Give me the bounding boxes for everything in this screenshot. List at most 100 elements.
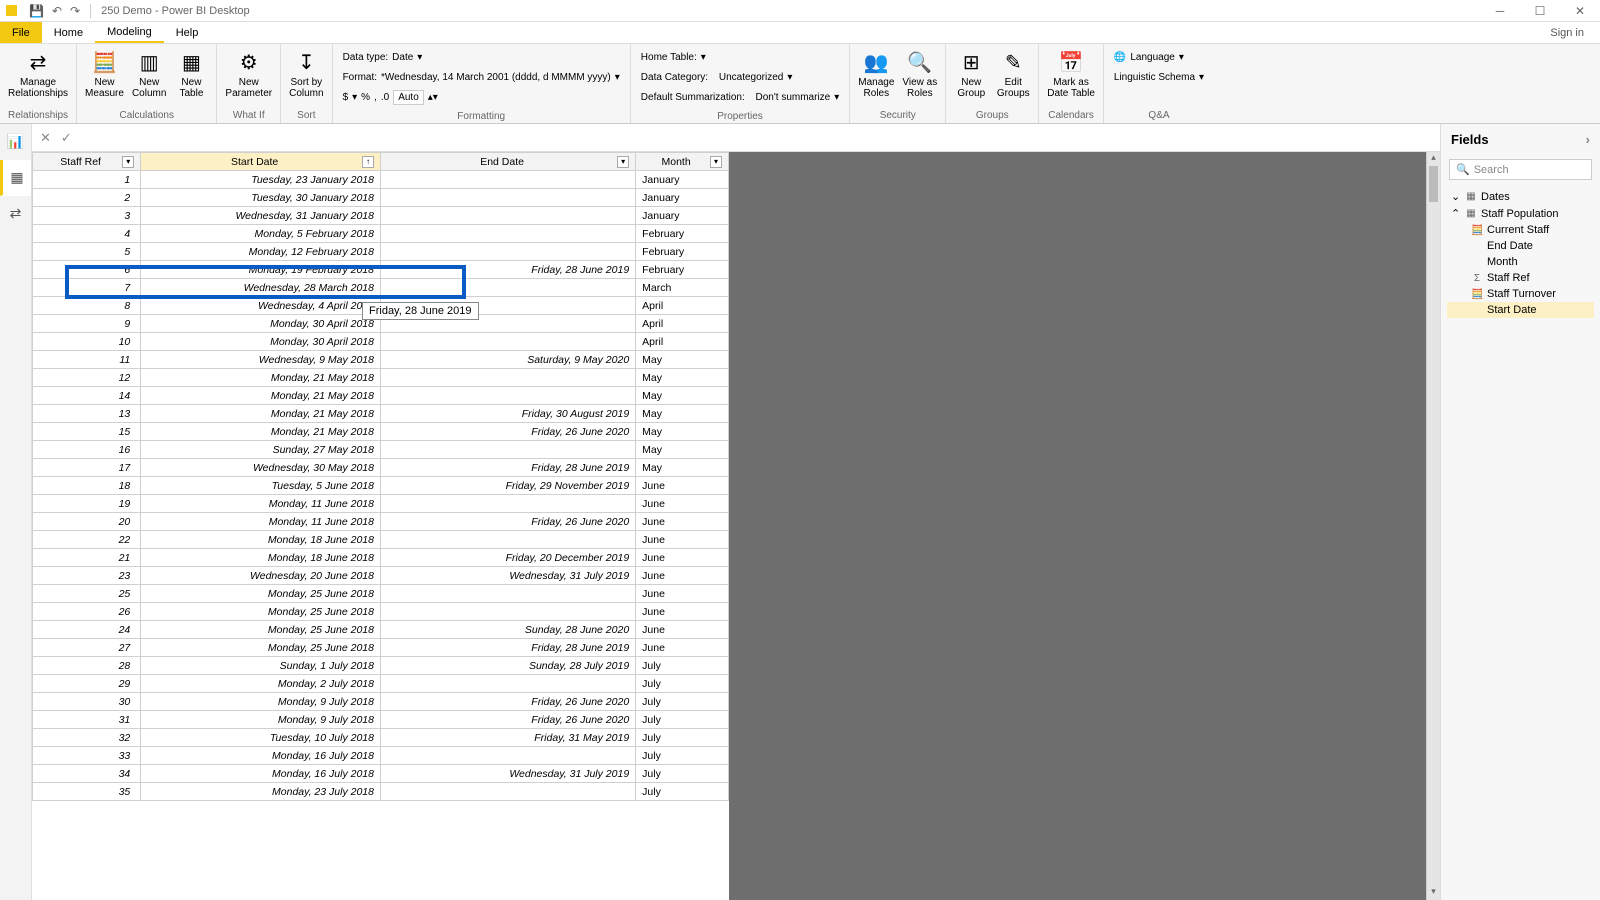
model-view-icon[interactable]: ⇄	[0, 196, 31, 232]
cell-enddate[interactable]	[380, 387, 635, 405]
table-row[interactable]: 15Monday, 21 May 2018Friday, 26 June 202…	[33, 423, 729, 441]
cell-startdate[interactable]: Monday, 23 July 2018	[141, 783, 381, 801]
cell-startdate[interactable]: Monday, 9 July 2018	[141, 711, 381, 729]
cell-startdate[interactable]: Wednesday, 9 May 2018	[141, 351, 381, 369]
summarization-dropdown[interactable]: Don't summarize	[756, 92, 831, 103]
table-row[interactable]: 23Wednesday, 20 June 2018Wednesday, 31 J…	[33, 567, 729, 585]
field-month[interactable]: Month	[1447, 254, 1594, 270]
table-row[interactable]: 25Monday, 25 June 2018 June	[33, 585, 729, 603]
cell-staffref[interactable]: 22	[33, 531, 141, 549]
cell-startdate[interactable]: Monday, 25 June 2018	[141, 639, 381, 657]
cell-staffref[interactable]: 25	[33, 585, 141, 603]
cell-month[interactable]: June	[636, 585, 729, 603]
hometable-dropdown[interactable]: ▾	[701, 52, 706, 63]
cell-month[interactable]: June	[636, 567, 729, 585]
cell-month[interactable]: June	[636, 477, 729, 495]
cell-enddate[interactable]: Friday, 20 December 2019	[380, 549, 635, 567]
cell-enddate[interactable]: Friday, 26 June 2020	[380, 693, 635, 711]
manage-relationships-button[interactable]: ⇄ Manage Relationships	[4, 46, 72, 101]
cell-startdate[interactable]: Monday, 21 May 2018	[141, 369, 381, 387]
cell-month[interactable]: January	[636, 171, 729, 189]
cell-month[interactable]: June	[636, 603, 729, 621]
language-dropdown[interactable]: Language	[1130, 52, 1175, 63]
cell-staffref[interactable]: 8	[33, 297, 141, 315]
table-row[interactable]: 6Monday, 19 February 2018Friday, 28 June…	[33, 261, 729, 279]
scrollbar-thumb[interactable]	[1429, 166, 1438, 202]
new-measure-button[interactable]: 🧮New Measure	[81, 46, 128, 101]
cell-startdate[interactable]: Wednesday, 28 March 2018	[141, 279, 381, 297]
vertical-scrollbar[interactable]: ▴ ▾	[1426, 152, 1440, 900]
cell-enddate[interactable]	[380, 333, 635, 351]
table-row[interactable]: 11Wednesday, 9 May 2018Saturday, 9 May 2…	[33, 351, 729, 369]
cell-staffref[interactable]: 23	[33, 567, 141, 585]
cell-startdate[interactable]: Monday, 30 April 2018	[141, 333, 381, 351]
cell-enddate[interactable]	[380, 531, 635, 549]
chevron-right-icon[interactable]: ›	[1586, 132, 1590, 147]
cell-staffref[interactable]: 1	[33, 171, 141, 189]
save-icon[interactable]: 💾	[29, 4, 44, 18]
cell-startdate[interactable]: Monday, 25 June 2018	[141, 585, 381, 603]
cell-enddate[interactable]: Wednesday, 31 July 2019	[380, 567, 635, 585]
table-row[interactable]: 29Monday, 2 July 2018July	[33, 675, 729, 693]
cell-enddate[interactable]: Saturday, 9 May 2020	[380, 351, 635, 369]
cell-enddate[interactable]	[380, 675, 635, 693]
table-row[interactable]: 1Tuesday, 23 January 2018 January	[33, 171, 729, 189]
cell-staffref[interactable]: 6	[33, 261, 141, 279]
table-row[interactable]: 28Sunday, 1 July 2018Sunday, 28 July 201…	[33, 657, 729, 675]
edit-groups-button[interactable]: ✎Edit Groups	[992, 46, 1034, 101]
cell-startdate[interactable]: Monday, 11 June 2018	[141, 495, 381, 513]
cell-enddate[interactable]	[380, 189, 635, 207]
table-row[interactable]: 10Monday, 30 April 2018 April	[33, 333, 729, 351]
cell-month[interactable]: February	[636, 261, 729, 279]
cell-startdate[interactable]: Monday, 21 May 2018	[141, 405, 381, 423]
cell-staffref[interactable]: 14	[33, 387, 141, 405]
chevron-down-icon[interactable]: ▾	[417, 52, 422, 63]
cell-month[interactable]: May	[636, 351, 729, 369]
filter-dropdown-icon[interactable]: ▾	[710, 156, 722, 168]
cell-month[interactable]: May	[636, 441, 729, 459]
chevron-down-icon[interactable]: ▾	[615, 72, 620, 83]
percent-button[interactable]: %	[361, 92, 370, 103]
datacategory-dropdown[interactable]: Uncategorized	[719, 72, 783, 83]
cell-enddate[interactable]: Friday, 26 June 2020	[380, 711, 635, 729]
cell-staffref[interactable]: 27	[33, 639, 141, 657]
maximize-icon[interactable]: ☐	[1520, 0, 1560, 22]
cell-startdate[interactable]: Monday, 21 May 2018	[141, 423, 381, 441]
table-row[interactable]: 32Tuesday, 10 July 2018Friday, 31 May 20…	[33, 729, 729, 747]
cell-month[interactable]: May	[636, 405, 729, 423]
close-icon[interactable]: ✕	[1560, 0, 1600, 22]
cell-enddate[interactable]	[380, 441, 635, 459]
cell-startdate[interactable]: Monday, 25 June 2018	[141, 603, 381, 621]
filter-dropdown-icon[interactable]: ▾	[617, 156, 629, 168]
cell-month[interactable]: March	[636, 279, 729, 297]
cell-staffref[interactable]: 29	[33, 675, 141, 693]
cell-startdate[interactable]: Monday, 21 May 2018	[141, 387, 381, 405]
cell-staffref[interactable]: 4	[33, 225, 141, 243]
cell-month[interactable]: February	[636, 243, 729, 261]
table-row[interactable]: 30Monday, 9 July 2018Friday, 26 June 202…	[33, 693, 729, 711]
scroll-down-icon[interactable]: ▾	[1427, 886, 1440, 900]
field-start-date[interactable]: Start Date	[1447, 302, 1594, 318]
data-view-icon[interactable]: ▦	[0, 160, 31, 196]
cell-month[interactable]: April	[636, 315, 729, 333]
cell-staffref[interactable]: 3	[33, 207, 141, 225]
cell-startdate[interactable]: Tuesday, 23 January 2018	[141, 171, 381, 189]
cell-staffref[interactable]: 26	[33, 603, 141, 621]
cell-staffref[interactable]: 17	[33, 459, 141, 477]
cell-month[interactable]: April	[636, 333, 729, 351]
cell-month[interactable]: July	[636, 693, 729, 711]
cell-month[interactable]: July	[636, 765, 729, 783]
cell-month[interactable]: May	[636, 423, 729, 441]
sort-by-column-button[interactable]: ↧Sort by Column	[285, 46, 327, 101]
cell-enddate[interactable]	[380, 495, 635, 513]
cell-enddate[interactable]	[380, 783, 635, 801]
table-row[interactable]: 24Monday, 25 June 2018Sunday, 28 June 20…	[33, 621, 729, 639]
cell-enddate[interactable]: Sunday, 28 June 2020	[380, 621, 635, 639]
cell-staffref[interactable]: 10	[33, 333, 141, 351]
table-dates[interactable]: ⌄▦Dates	[1447, 188, 1594, 205]
cell-startdate[interactable]: Monday, 5 February 2018	[141, 225, 381, 243]
cell-enddate[interactable]	[380, 585, 635, 603]
table-row[interactable]: 18Tuesday, 5 June 2018Friday, 29 Novembe…	[33, 477, 729, 495]
tab-home[interactable]: Home	[42, 22, 95, 43]
cell-month[interactable]: February	[636, 225, 729, 243]
